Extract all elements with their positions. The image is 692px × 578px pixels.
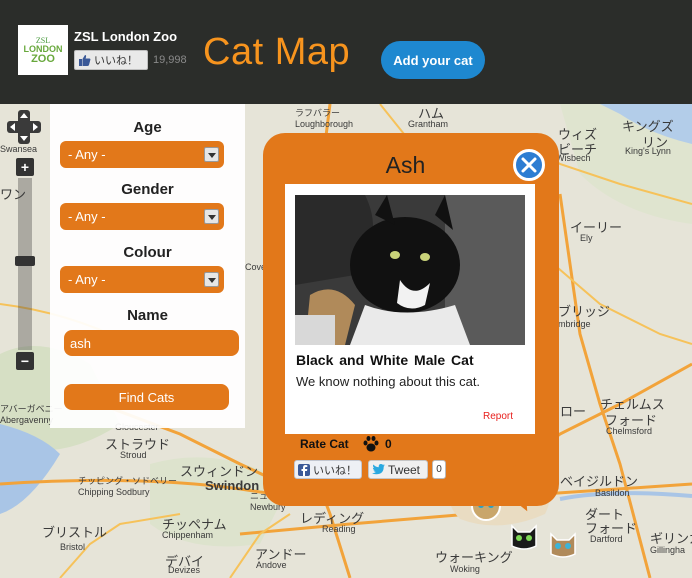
colour-select[interactable]: - Any - xyxy=(60,266,224,293)
tweet-button[interactable]: Tweet xyxy=(368,460,428,479)
map-label: Dartford xyxy=(590,534,623,544)
age-label: Age xyxy=(133,119,162,136)
site-header: ZSL LONDON ZOO ZSL London Zoo いいね！ 19,99… xyxy=(0,0,692,104)
find-cats-button[interactable]: Find Cats xyxy=(64,384,229,410)
map-label: Wisbech xyxy=(556,153,591,163)
map-label: チッピング・ソドベリー xyxy=(78,476,178,486)
facebook-like-button[interactable]: いいね！ xyxy=(74,50,148,70)
map-label: Gillingha xyxy=(650,545,686,555)
map-label: ロー xyxy=(560,404,587,419)
map-label: Swansea xyxy=(0,144,38,154)
thumbs-up-icon xyxy=(79,54,91,66)
cat-about-text: We know nothing about this cat. xyxy=(296,374,481,389)
logo-text-zoo: ZOO xyxy=(31,52,55,65)
rate-count: 0 xyxy=(385,437,392,451)
map-label: Grantham xyxy=(408,119,449,129)
rate-cat-label: Rate Cat xyxy=(300,437,349,451)
map-label: Chippenham xyxy=(162,530,214,540)
cat-colour: Black and White xyxy=(296,352,409,368)
facebook-icon xyxy=(298,463,310,476)
like-count: 19,998 xyxy=(153,54,187,66)
map-label: Abergavenny xyxy=(0,415,54,425)
map-label: ブリストル xyxy=(42,525,108,540)
gender-select[interactable]: - Any - xyxy=(60,203,224,230)
age-select[interactable]: - Any - xyxy=(60,141,224,168)
pan-control-icon[interactable] xyxy=(7,110,41,144)
map-label: Basildon xyxy=(595,488,630,498)
fb-like-label: いいね！ xyxy=(313,464,357,477)
gender-select-value: - Any - xyxy=(68,209,106,224)
map-label: Devizes xyxy=(168,565,201,575)
zsl-logo[interactable]: ZSL LONDON ZOO xyxy=(18,25,68,75)
org-name[interactable]: ZSL London Zoo xyxy=(74,29,177,44)
map-label: Ely xyxy=(580,233,593,243)
close-icon[interactable] xyxy=(513,149,545,181)
map-label: Woking xyxy=(450,564,480,574)
name-label: Name xyxy=(127,307,168,324)
cat-description: Black and White Male Cat xyxy=(296,352,474,368)
map-label: Chelmsford xyxy=(606,426,653,436)
cat-gender: Male xyxy=(414,352,446,368)
zoom-in-icon[interactable]: + xyxy=(16,158,34,176)
name-input[interactable] xyxy=(64,330,239,356)
age-select-value: - Any - xyxy=(68,147,106,162)
map-label: Reading xyxy=(322,524,356,534)
gender-label: Gender xyxy=(121,181,174,198)
map-label: mbridge xyxy=(558,319,591,329)
map-label: Bristol xyxy=(60,542,86,552)
map-label: ブリッジ xyxy=(558,304,611,319)
map-label: ラフバラー xyxy=(295,108,341,118)
map-label: イーリー xyxy=(570,220,623,235)
twitter-icon xyxy=(372,464,385,475)
cat-photo[interactable] xyxy=(295,195,525,345)
dropdown-arrow-icon xyxy=(204,147,219,162)
filter-panel: Age - Any - Gender - Any - Colour - Any … xyxy=(50,104,245,428)
dropdown-arrow-icon xyxy=(204,209,219,224)
map-label: Stroud xyxy=(120,450,147,460)
cat-marker-icon[interactable] xyxy=(508,520,540,552)
paw-icon[interactable] xyxy=(362,435,380,453)
colour-label: Colour xyxy=(123,244,172,261)
cat-kind: Cat xyxy=(451,352,474,368)
map-label: Chipping Sodbury xyxy=(78,487,150,497)
popup-facebook-like-button[interactable]: いいね！ xyxy=(294,460,362,479)
like-label: いいね！ xyxy=(94,55,138,67)
page-title: Cat Map xyxy=(203,31,351,73)
add-your-cat-button[interactable]: Add your cat xyxy=(381,41,485,79)
report-link[interactable]: Report xyxy=(483,411,513,422)
map-label: Andove xyxy=(256,560,287,570)
zoom-slider-thumb[interactable] xyxy=(15,256,35,266)
colour-select-value: - Any - xyxy=(68,272,106,287)
zoom-out-icon[interactable]: − xyxy=(16,352,34,370)
cat-marker-icon[interactable] xyxy=(547,528,579,560)
tweet-count: 0 xyxy=(432,460,446,479)
map-label: King's Lynn xyxy=(625,146,671,156)
dropdown-arrow-icon xyxy=(204,272,219,287)
popup-cat-name: Ash xyxy=(385,152,426,178)
tweet-label: Tweet xyxy=(388,462,421,477)
map-label: Loughborough xyxy=(295,119,354,129)
